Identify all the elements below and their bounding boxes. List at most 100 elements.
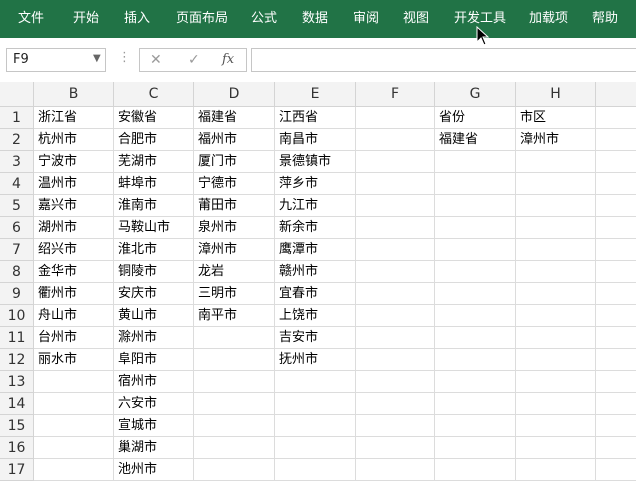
cell-partial[interactable] xyxy=(596,327,636,349)
cell-e5[interactable]: 九江市 xyxy=(275,195,356,217)
tab-formulas[interactable]: 公式 xyxy=(251,0,277,38)
tab-add-ins[interactable]: 加载项 xyxy=(529,0,568,38)
cell-e17[interactable] xyxy=(275,459,356,481)
insert-function-icon[interactable]: fx xyxy=(222,49,234,71)
column-header-partial[interactable] xyxy=(596,82,636,107)
cell-b8[interactable]: 金华市 xyxy=(34,261,114,283)
cell-e15[interactable] xyxy=(275,415,356,437)
column-header-e[interactable]: E xyxy=(275,82,356,107)
cell-f7[interactable] xyxy=(356,239,435,261)
row-header-4[interactable]: 4 xyxy=(0,173,34,195)
cell-h8[interactable] xyxy=(516,261,596,283)
cell-b16[interactable] xyxy=(34,437,114,459)
cell-b7[interactable]: 绍兴市 xyxy=(34,239,114,261)
cell-d15[interactable] xyxy=(194,415,275,437)
tab-home[interactable]: 开始 xyxy=(73,0,99,38)
cell-e6[interactable]: 新余市 xyxy=(275,217,356,239)
cell-g4[interactable] xyxy=(435,173,516,195)
cell-g8[interactable] xyxy=(435,261,516,283)
tab-help[interactable]: 帮助 xyxy=(592,0,618,38)
cell-f14[interactable] xyxy=(356,393,435,415)
cell-partial[interactable] xyxy=(596,217,636,239)
cell-partial[interactable] xyxy=(596,459,636,481)
cell-b1[interactable]: 浙江省 xyxy=(34,107,114,129)
row-header-16[interactable]: 16 xyxy=(0,437,34,459)
cell-b6[interactable]: 湖州市 xyxy=(34,217,114,239)
row-header-3[interactable]: 3 xyxy=(0,151,34,173)
cell-c11[interactable]: 滁州市 xyxy=(114,327,194,349)
cell-d14[interactable] xyxy=(194,393,275,415)
cell-h3[interactable] xyxy=(516,151,596,173)
cell-c17[interactable]: 池州市 xyxy=(114,459,194,481)
cell-e4[interactable]: 萍乡市 xyxy=(275,173,356,195)
cell-c12[interactable]: 阜阳市 xyxy=(114,349,194,371)
cell-d4[interactable]: 宁德市 xyxy=(194,173,275,195)
cell-f10[interactable] xyxy=(356,305,435,327)
cell-c15[interactable]: 宣城市 xyxy=(114,415,194,437)
cell-c16[interactable]: 巢湖市 xyxy=(114,437,194,459)
cell-e12[interactable]: 抚州市 xyxy=(275,349,356,371)
cell-d13[interactable] xyxy=(194,371,275,393)
cell-g6[interactable] xyxy=(435,217,516,239)
cell-b13[interactable] xyxy=(34,371,114,393)
cell-g13[interactable] xyxy=(435,371,516,393)
cell-d11[interactable] xyxy=(194,327,275,349)
cell-h17[interactable] xyxy=(516,459,596,481)
cell-f8[interactable] xyxy=(356,261,435,283)
cell-d3[interactable]: 厦门市 xyxy=(194,151,275,173)
cell-d7[interactable]: 漳州市 xyxy=(194,239,275,261)
cell-g17[interactable] xyxy=(435,459,516,481)
cell-g16[interactable] xyxy=(435,437,516,459)
cell-partial[interactable] xyxy=(596,283,636,305)
cell-b10[interactable]: 舟山市 xyxy=(34,305,114,327)
tab-review[interactable]: 审阅 xyxy=(353,0,379,38)
cell-partial[interactable] xyxy=(596,305,636,327)
row-header-10[interactable]: 10 xyxy=(0,305,34,327)
cell-d1[interactable]: 福建省 xyxy=(194,107,275,129)
cell-h14[interactable] xyxy=(516,393,596,415)
cell-g9[interactable] xyxy=(435,283,516,305)
cell-c7[interactable]: 淮北市 xyxy=(114,239,194,261)
formula-input[interactable] xyxy=(251,48,636,72)
cell-f5[interactable] xyxy=(356,195,435,217)
row-header-14[interactable]: 14 xyxy=(0,393,34,415)
cell-e7[interactable]: 鹰潭市 xyxy=(275,239,356,261)
cell-f11[interactable] xyxy=(356,327,435,349)
cell-c1[interactable]: 安徽省 xyxy=(114,107,194,129)
cell-g10[interactable] xyxy=(435,305,516,327)
cell-c5[interactable]: 淮南市 xyxy=(114,195,194,217)
cell-d5[interactable]: 莆田市 xyxy=(194,195,275,217)
column-header-f[interactable]: F xyxy=(356,82,435,107)
cell-e16[interactable] xyxy=(275,437,356,459)
cell-b17[interactable] xyxy=(34,459,114,481)
cell-f15[interactable] xyxy=(356,415,435,437)
cell-f4[interactable] xyxy=(356,173,435,195)
cell-e1[interactable]: 江西省 xyxy=(275,107,356,129)
cell-f16[interactable] xyxy=(356,437,435,459)
cell-b11[interactable]: 台州市 xyxy=(34,327,114,349)
cell-e8[interactable]: 赣州市 xyxy=(275,261,356,283)
chevron-down-icon[interactable]: ▼ xyxy=(93,53,101,64)
cell-h7[interactable] xyxy=(516,239,596,261)
cell-h5[interactable] xyxy=(516,195,596,217)
row-header-2[interactable]: 2 xyxy=(0,129,34,151)
cell-h13[interactable] xyxy=(516,371,596,393)
cancel-icon[interactable]: ✕ xyxy=(150,49,162,71)
cell-g12[interactable] xyxy=(435,349,516,371)
cell-partial[interactable] xyxy=(596,261,636,283)
cell-d17[interactable] xyxy=(194,459,275,481)
cell-partial[interactable] xyxy=(596,129,636,151)
row-header-6[interactable]: 6 xyxy=(0,217,34,239)
cell-b2[interactable]: 杭州市 xyxy=(34,129,114,151)
column-header-c[interactable]: C xyxy=(114,82,194,107)
cell-b12[interactable]: 丽水市 xyxy=(34,349,114,371)
select-all-corner[interactable] xyxy=(0,82,34,107)
cell-h12[interactable] xyxy=(516,349,596,371)
cell-h16[interactable] xyxy=(516,437,596,459)
tab-page-layout[interactable]: 页面布局 xyxy=(176,0,228,38)
cell-h10[interactable] xyxy=(516,305,596,327)
cell-f2[interactable] xyxy=(356,129,435,151)
cell-h6[interactable] xyxy=(516,217,596,239)
cell-e10[interactable]: 上饶市 xyxy=(275,305,356,327)
cell-e14[interactable] xyxy=(275,393,356,415)
